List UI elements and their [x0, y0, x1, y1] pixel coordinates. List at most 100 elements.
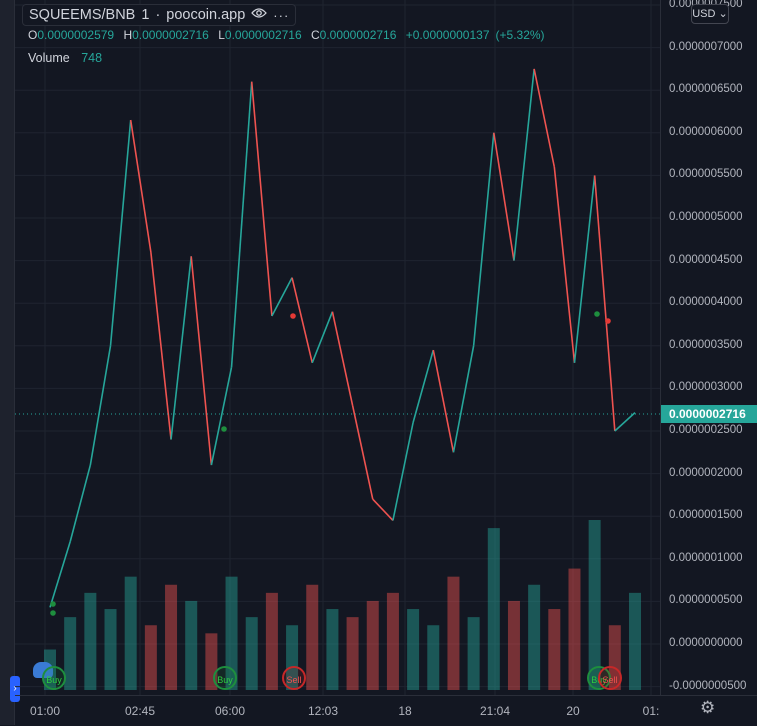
price-segment	[170, 256, 193, 440]
price-segment	[291, 277, 314, 364]
buy-signal-label: Buy	[46, 675, 62, 685]
trade-marker	[50, 601, 56, 607]
volume-bar	[548, 609, 561, 690]
price-segment	[573, 175, 596, 363]
volume-bar	[588, 520, 601, 690]
volume-bar	[185, 600, 198, 690]
price-tick-label: 0.0000003000	[669, 381, 743, 394]
volume-bar	[104, 609, 117, 690]
price-segment	[493, 132, 515, 261]
volume-bar	[487, 528, 500, 690]
volume-bar	[467, 617, 480, 690]
time-tick-label: 20	[566, 704, 580, 718]
price-segment	[311, 311, 334, 364]
sell-signal-label: Sell	[286, 675, 302, 685]
high-key: H	[123, 28, 133, 42]
time-tick-label: 18	[398, 704, 412, 718]
left-toolbar	[0, 0, 15, 725]
price-segment	[210, 366, 233, 466]
price-axis[interactable]: 0.00000075000.00000070000.00000065000.00…	[660, 0, 757, 695]
change-percent: (+5.32%)	[495, 28, 545, 42]
buy-signal-icon: Buy	[213, 666, 237, 690]
high-value: 0.0000002716	[132, 28, 209, 42]
price-tick-label: 0.0000004500	[669, 253, 743, 266]
trade-marker	[221, 426, 227, 432]
volume-bar	[568, 568, 581, 690]
low-value: 0.0000002716	[224, 28, 302, 42]
price-segment	[553, 166, 576, 363]
volume-bar	[245, 617, 258, 690]
volume-bar	[64, 617, 77, 690]
time-tick-label: 21:04	[479, 704, 511, 718]
price-segment	[614, 412, 636, 432]
volume-value: 748	[81, 51, 103, 65]
buy-signal-label: Buy	[217, 675, 233, 685]
volume-label: Volume	[28, 51, 70, 65]
interval-label: 1	[141, 7, 150, 23]
price-chart[interactable]	[15, 0, 660, 695]
price-tick-label: 0.0000003500	[669, 338, 743, 351]
volume-bar	[265, 592, 278, 690]
chart-window: › SQUEEMS/BNB 1 · poocoin.app ··· O0.000…	[0, 0, 757, 725]
open-key: O	[28, 28, 38, 42]
chart-canvas[interactable]	[15, 0, 660, 695]
trade-marker	[605, 318, 611, 324]
open-value: 0.0000002579	[37, 28, 115, 42]
volume-bar	[366, 600, 379, 690]
volume-bar	[386, 592, 399, 690]
close-value: 0.0000002716	[319, 28, 397, 42]
price-segment	[452, 345, 475, 453]
change-value: +0.0000000137	[405, 28, 490, 42]
price-tick-label: 0.0000004000	[669, 296, 743, 309]
more-icon[interactable]: ···	[273, 8, 289, 23]
price-segment	[109, 119, 132, 346]
price-segment	[351, 405, 374, 500]
separator-dot: ·	[155, 7, 161, 23]
price-tick-label: 0.0000000000	[669, 637, 743, 649]
buy-signal-icon: Buy	[42, 666, 66, 690]
price-segment	[533, 68, 556, 168]
volume-bar	[124, 576, 137, 690]
volume-legend: Volume 748	[28, 51, 102, 65]
trade-marker	[290, 313, 296, 319]
currency-selector[interactable]: USD ⌄	[691, 4, 729, 24]
volume-bar	[346, 617, 359, 690]
symbol-name: SQUEEMS/BNB	[29, 7, 136, 23]
eye-icon[interactable]	[251, 7, 268, 23]
price-segment	[190, 256, 213, 466]
time-tick-label: 01:00	[29, 704, 61, 718]
price-segment	[513, 68, 535, 261]
chevron-down-icon: ⌄	[718, 8, 728, 20]
price-segment	[271, 277, 293, 317]
price-tick-label: 0.0000005000	[669, 211, 743, 223]
volume-bar	[306, 584, 319, 690]
price-tick-label: 0.0000006500	[669, 83, 743, 96]
price-segment	[331, 311, 354, 406]
ohlc-row: O0.0000002579 H0.0000002716 L0.000000271…	[28, 28, 551, 42]
price-tick-label: 0.0000001500	[669, 509, 743, 522]
volume-bar	[84, 592, 97, 690]
volume-bar	[447, 576, 460, 690]
trade-marker	[50, 610, 56, 616]
price-segment	[372, 498, 394, 522]
price-segment	[89, 345, 112, 466]
price-tick-label: 0.0000002500	[669, 424, 743, 436]
price-tick-label: 0.0000006000	[669, 125, 743, 138]
volume-bar	[507, 600, 520, 690]
volume-bar	[165, 584, 178, 690]
time-tick-label: 01:	[642, 704, 660, 718]
price-segment	[69, 464, 92, 542]
time-tick-label: 12:03	[307, 704, 339, 718]
price-segment	[230, 81, 253, 368]
symbol-title-box[interactable]: SQUEEMS/BNB 1 · poocoin.app ···	[22, 4, 297, 26]
time-tick-label: 06:00	[214, 704, 246, 718]
volume-bar	[528, 584, 541, 690]
time-axis[interactable]: 01:00 02:45 06:00 12:03 18 21:04 20 01:	[15, 695, 757, 726]
price-segment	[472, 132, 495, 346]
low-key: L	[218, 28, 225, 42]
volume-bar	[629, 592, 641, 690]
gear-icon[interactable]: ⚙	[700, 698, 715, 718]
currency-label: USD	[692, 8, 716, 20]
sell-signal-icon: Sell	[598, 666, 622, 690]
price-tick-label: 0.0000002000	[669, 466, 743, 479]
